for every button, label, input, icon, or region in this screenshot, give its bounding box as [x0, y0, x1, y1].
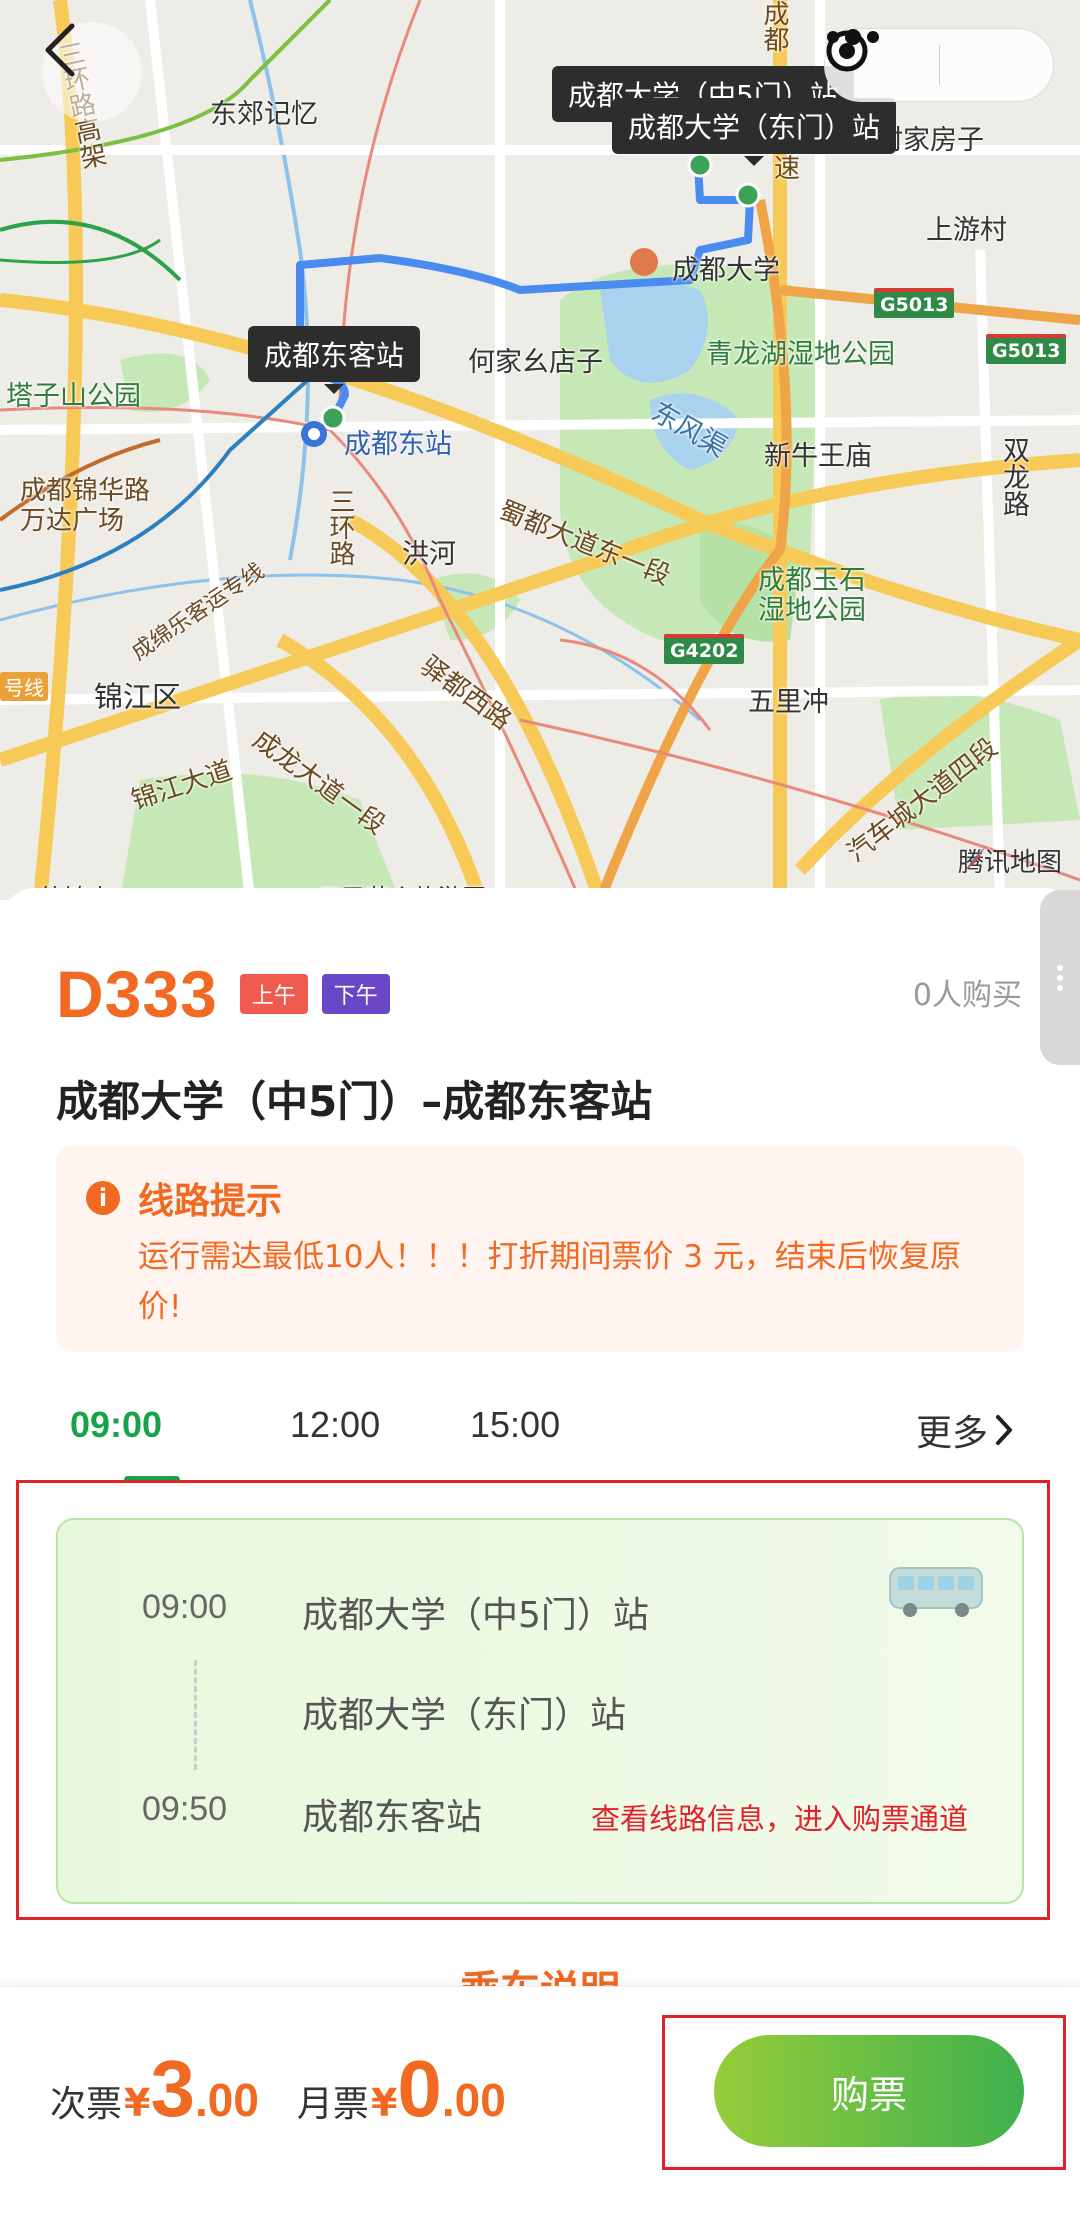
route-title: 成都大学（中5门）–成都东客站: [56, 1077, 653, 1126]
map-label: 锦江区: [94, 680, 182, 714]
info-icon: i: [86, 1181, 120, 1215]
stop-name: 成都大学（东门）站: [302, 1695, 627, 1736]
map-label: 三环路: [325, 488, 355, 566]
map-label: 成都大学: [672, 255, 780, 286]
map-label: 东郊记忆: [210, 99, 318, 130]
highway-shield: G5013: [986, 334, 1067, 364]
map-provider: 腾讯地图: [958, 842, 1062, 879]
map-label: 成都东站: [344, 429, 452, 460]
currency-symbol: ¥: [370, 2081, 398, 2125]
single-ticket-label: 次票: [50, 2084, 123, 2125]
sheet-drag-handle[interactable]: [1040, 890, 1080, 1065]
stop-marker-dongke: [320, 405, 346, 431]
map-callout-dongmen[interactable]: 成都大学（东门）站: [612, 98, 897, 166]
price-summary: 次票 ¥ 3 .00 月票 ¥ 0 .00: [50, 2049, 506, 2129]
route-detail-sheet: D333 上午 下午 0人购买 成都大学（中5门）–成都东客站 i 线路提示 运…: [0, 888, 1080, 1988]
route-map[interactable]: 东郊记忆 三环路高架 成都 速 村家房子 上游村 成都大学 何家幺店子 青龙湖湿…: [0, 0, 1080, 900]
tag-morning: 上午: [239, 974, 308, 1014]
stop-name: 成都东客站: [302, 1797, 483, 1838]
stop-marker-zhong5men: [687, 152, 713, 178]
target-icon: [826, 30, 868, 72]
map-label: 双龙路: [998, 436, 1029, 517]
chevron-right-icon: [996, 1415, 1012, 1445]
map-label: 新牛王庙: [764, 441, 872, 472]
notice-title: 线路提示: [138, 1181, 283, 1222]
single-price-dec: .00: [194, 2074, 259, 2126]
monthly-price-dec: .00: [441, 2074, 506, 2126]
stop-time: 09:00: [142, 1588, 228, 1626]
miniprogram-capsule: [824, 28, 1054, 102]
map-callout-dongke[interactable]: 成都东客站: [248, 326, 421, 394]
route-notice: i 线路提示 运行需达最低10人！！！打折期间票价 3 元，结束后恢复原价!: [56, 1146, 1024, 1352]
map-label: 青龙湖湿地公园: [706, 339, 895, 370]
tab-time-0900[interactable]: 09:00: [70, 1404, 162, 1446]
map-label: 五里冲: [748, 687, 829, 718]
map-label: 上游村: [926, 215, 1007, 246]
highway-shield: G4202: [664, 634, 745, 664]
map-label: 塔子山公园: [6, 381, 141, 412]
stop-name: 成都大学（中5门）站: [302, 1595, 649, 1636]
map-label: 号线: [0, 672, 48, 701]
schedule-card[interactable]: 09:00 成都大学（中5门）站 成都大学（东门）站 09:50 成都东客站 查…: [56, 1518, 1024, 1904]
route-code: D333: [56, 957, 218, 1031]
notice-text: 运行需达最低10人！！！打折期间票价 3 元，结束后恢复原价!: [138, 1239, 961, 1325]
close-miniprogram-button[interactable]: [826, 29, 1054, 101]
tab-time-1500[interactable]: 15:00: [470, 1404, 560, 1446]
map-label: 洪河: [402, 539, 456, 570]
stop-connector: [194, 1660, 197, 1770]
highway-shield: G5013: [874, 288, 955, 318]
departure-time-tabs: 09:00 12:00 15:00 更多: [56, 1378, 1024, 1488]
monthly-price-int: 0: [397, 2044, 442, 2133]
tag-afternoon: 下午: [321, 974, 390, 1014]
back-button[interactable]: [42, 22, 142, 122]
monthly-ticket-label: 月票: [296, 2084, 369, 2125]
stop-marker-dongmen: [735, 182, 761, 208]
buy-ticket-button[interactable]: 购票: [714, 2035, 1024, 2147]
more-label: 更多: [915, 1413, 988, 1454]
more-times-button[interactable]: 更多: [916, 1404, 1014, 1456]
purchase-bar: 次票 ¥ 3 .00 月票 ¥ 0 .00 购票: [0, 1986, 1080, 2220]
currency-symbol: ¥: [124, 2081, 151, 2125]
section-title-peek: 乘车说明: [0, 1958, 1080, 1988]
tab-time-1200[interactable]: 12:00: [290, 1404, 380, 1446]
map-label: 何家幺店子: [468, 347, 603, 378]
map-label: 成都: [759, 0, 789, 52]
map-label: 万达广场: [20, 506, 125, 536]
chevron-left-icon: [45, 23, 75, 77]
compass-icon: [963, 846, 986, 872]
map-label: 湿地公园: [758, 595, 866, 626]
buyer-count: 0人购买: [912, 978, 1022, 1013]
stop-time: 09:50: [142, 1790, 228, 1828]
bus-icon: [889, 1567, 983, 1617]
annotation-hint: 查看线路信息，进入购票通道: [590, 1802, 968, 1836]
single-price-int: 3: [150, 2044, 195, 2133]
